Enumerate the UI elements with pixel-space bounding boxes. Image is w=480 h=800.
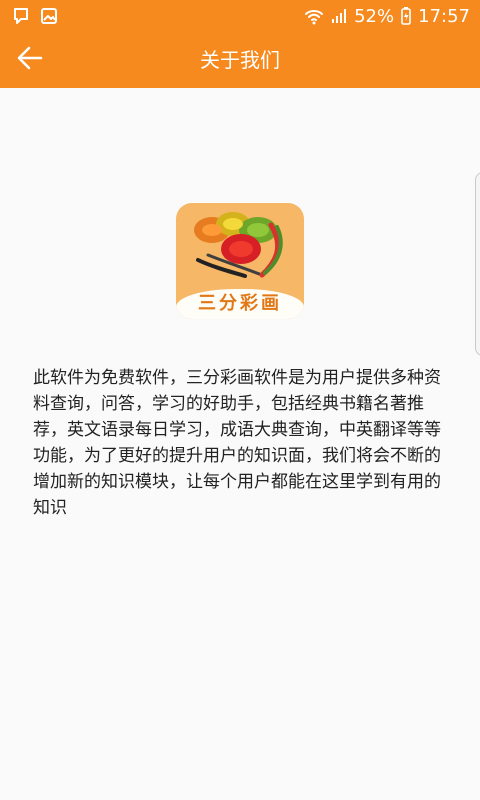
battery-percent: 52%: [354, 5, 395, 27]
status-left-icons: [12, 7, 58, 29]
status-bar: 52% 17:57: [0, 0, 480, 32]
clock: 17:57: [418, 5, 470, 27]
wifi-icon: [304, 7, 324, 25]
content-area: 三分彩画 此软件为免费软件，三分彩画软件是为用户提供多种资料查询，问答，学习的好…: [0, 88, 480, 800]
edge-panel-handle[interactable]: [475, 172, 480, 356]
about-description: 此软件为免费软件，三分彩画软件是为用户提供多种资料查询，问答，学习的好助手，包括…: [33, 368, 441, 518]
image-icon: [40, 7, 58, 29]
app-logo: 三分彩画: [176, 203, 304, 319]
page-title: 关于我们: [200, 48, 280, 72]
battery-charging-icon: [400, 6, 412, 26]
signal-icon: [330, 7, 348, 25]
screen-capture-icon: [12, 7, 30, 29]
status-right: 52% 17:57: [304, 0, 470, 32]
logo-text: 三分彩画: [198, 293, 282, 314]
title-bar: 关于我们: [0, 32, 480, 88]
